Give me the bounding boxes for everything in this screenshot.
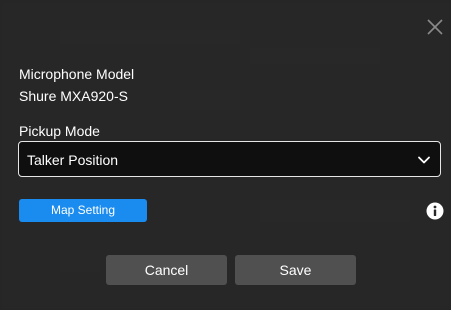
- info-icon[interactable]: [426, 202, 444, 220]
- microphone-model-label: Microphone Model: [19, 66, 135, 82]
- pickup-mode-selected-value: Talker Position: [27, 152, 119, 168]
- chevron-down-icon: [418, 156, 430, 164]
- save-button[interactable]: Save: [235, 255, 356, 285]
- pickup-mode-select[interactable]: Talker Position: [18, 141, 441, 177]
- pickup-mode-label: Pickup Mode: [19, 123, 100, 139]
- microphone-model-value: Shure MXA920-S: [19, 88, 128, 104]
- cancel-button[interactable]: Cancel: [106, 255, 227, 285]
- close-icon: [427, 19, 443, 35]
- close-button[interactable]: [425, 17, 445, 37]
- pickup-mode-dialog: Microphone Model Shure MXA920-S Pickup M…: [2, 3, 449, 308]
- map-setting-button[interactable]: Map Setting: [19, 199, 147, 222]
